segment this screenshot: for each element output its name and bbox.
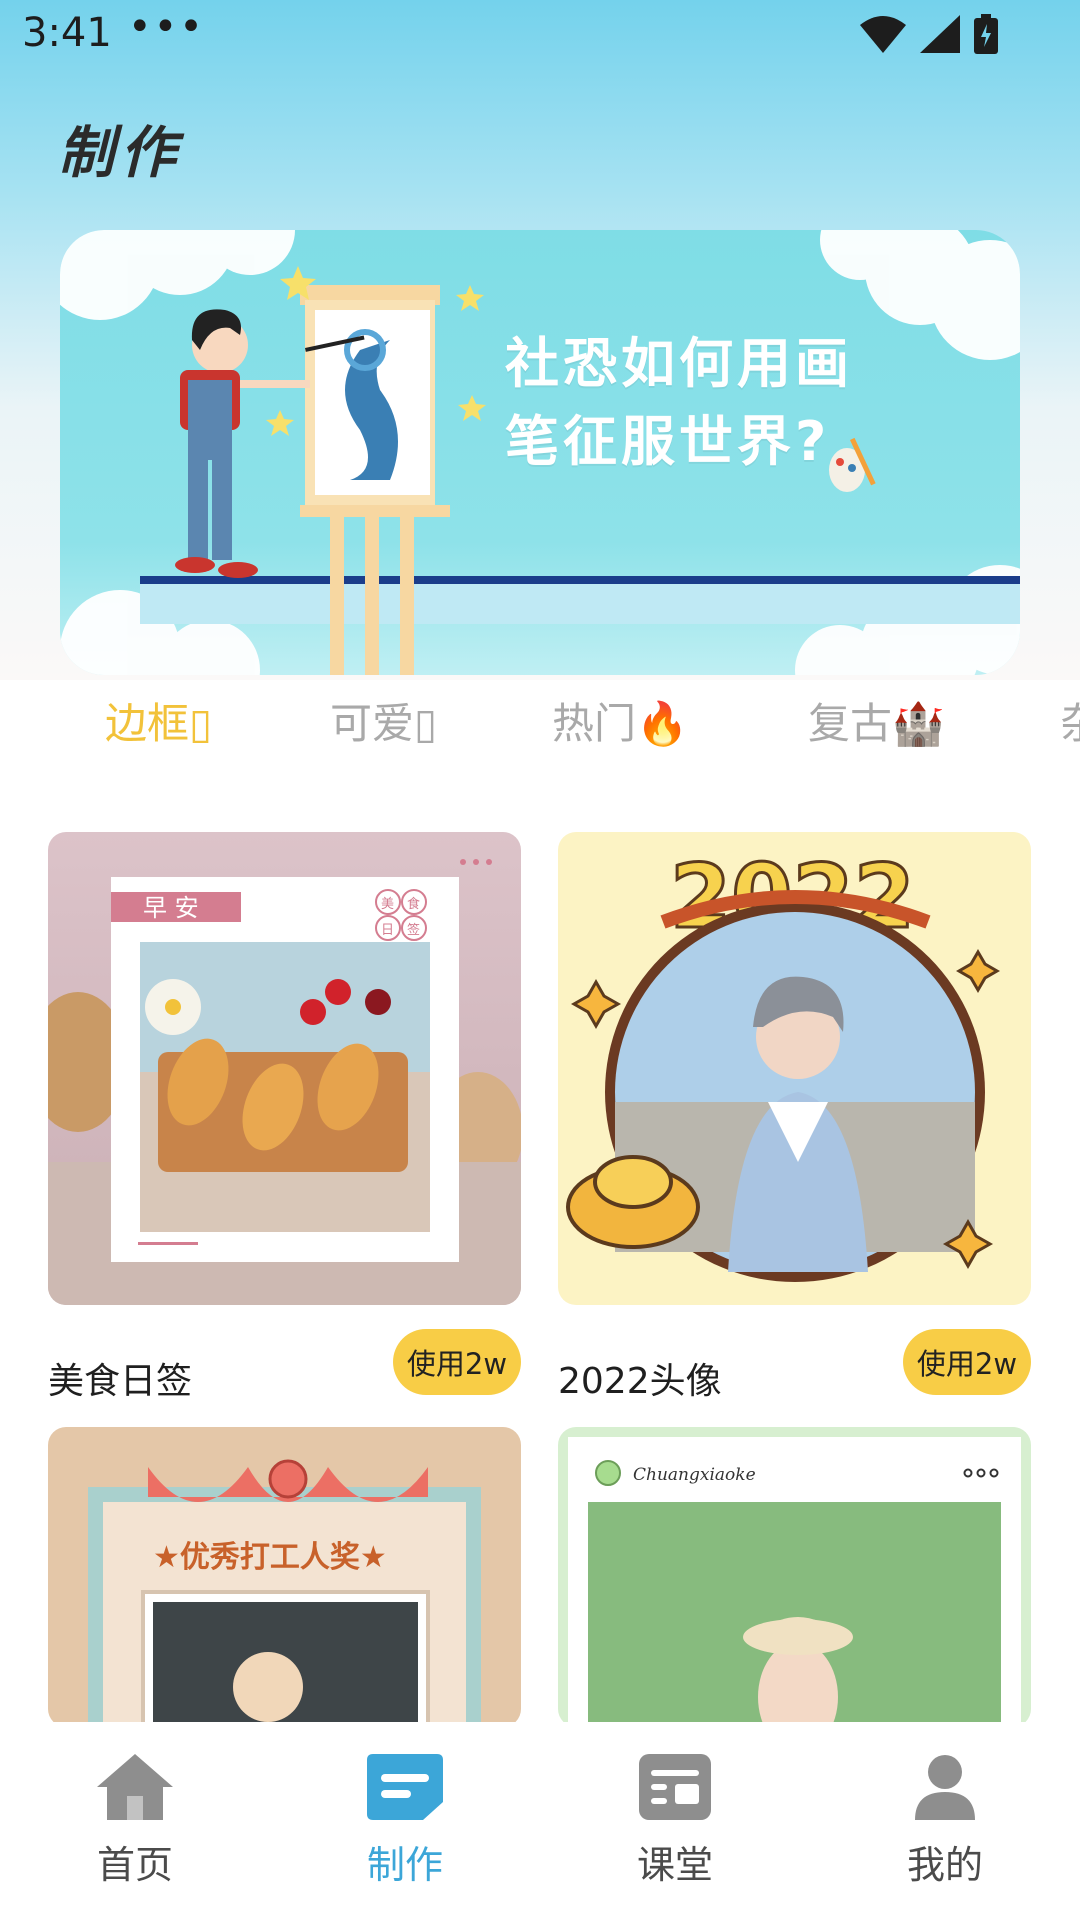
fire-icon: 🔥	[636, 699, 689, 748]
svg-text:食: 食	[407, 896, 420, 912]
nav-label: 我的	[906, 1843, 983, 1887]
tab-hot[interactable]: 热门🔥	[552, 690, 688, 751]
template-card[interactable]: ★优秀打工人奖★	[48, 1427, 521, 1727]
svg-text:早 安: 早 安	[143, 894, 199, 922]
nav-item-profile[interactable]: 我的	[875, 1752, 1015, 1889]
banner-line-1: 社恐如何用画	[505, 332, 853, 395]
template-card[interactable]: 2022 2022头像 使用2w	[558, 832, 1031, 1402]
svg-text:Chuangxiaoke: Chuangxiaoke	[633, 1465, 756, 1485]
svg-text:签: 签	[407, 922, 420, 938]
tab-border[interactable]: 边框▯	[105, 690, 212, 751]
use-template-button[interactable]: 使用2w	[903, 1329, 1031, 1395]
castle-icon: 🏰	[892, 699, 945, 748]
use-template-button[interactable]: 使用2w	[393, 1329, 521, 1395]
nav-label: 课堂	[636, 1843, 713, 1887]
template-card[interactable]: Chuangxiaoke	[558, 1427, 1031, 1727]
award-frame-illustration: ★优秀打工人奖★	[88, 1459, 481, 1727]
template-thumbnail[interactable]: 2022	[558, 832, 1031, 1305]
category-tabs: 边框▯ 可爱▯ 热门🔥 复古🏰 杂	[0, 690, 1080, 760]
signal-icon	[920, 15, 960, 53]
banner-headline: 社恐如何用画 笔征服世界?	[505, 325, 853, 481]
green-frame-illustration: Chuangxiaoke	[568, 1437, 1021, 1727]
nav-label: 制作	[366, 1843, 443, 1887]
profile-icon	[915, 1755, 975, 1820]
nav-label: 首页	[96, 1843, 173, 1887]
svg-text:美: 美	[381, 897, 394, 912]
status-icons	[860, 14, 998, 54]
home-icon	[97, 1754, 173, 1820]
template-name: 2022头像	[558, 1361, 722, 1402]
template-thumbnail[interactable]: 早 安 美食 日签	[48, 832, 521, 1305]
template-name: 美食日签	[48, 1361, 193, 1402]
food-frame-illustration: 早 安 美食 日签	[48, 859, 521, 1305]
nav-item-home[interactable]: 首页	[65, 1752, 205, 1889]
template-thumbnail[interactable]: Chuangxiaoke	[558, 1427, 1031, 1727]
page-title: 制作	[58, 121, 182, 186]
status-overflow-icon: •••	[128, 4, 205, 50]
banner-line-2: 笔征服世界?	[505, 410, 831, 473]
nav-item-create[interactable]: 制作	[335, 1752, 475, 1889]
battery-icon	[974, 14, 998, 54]
template-card[interactable]: 早 安 美食 日签 美食日签 使用2w	[48, 832, 521, 1402]
template-thumbnail[interactable]: ★优秀打工人奖★	[48, 1427, 521, 1727]
tab-retro[interactable]: 复古🏰	[808, 690, 944, 751]
bottom-nav: 首页 制作 课堂 我的	[0, 1722, 1080, 1920]
svg-text:日: 日	[381, 923, 394, 938]
classroom-icon	[639, 1754, 711, 1820]
svg-text:★优秀打工人奖★: ★优秀打工人奖★	[153, 1540, 387, 1575]
status-bar: 3:41 •••	[0, 0, 1080, 72]
status-time: 3:41	[22, 10, 112, 56]
promo-banner[interactable]: 社恐如何用画 笔征服世界?	[60, 230, 1020, 675]
nav-item-classroom[interactable]: 课堂	[605, 1752, 745, 1889]
tab-cute[interactable]: 可爱▯	[330, 690, 437, 751]
wifi-icon	[860, 16, 906, 53]
avatar-frame-illustration: 2022	[566, 844, 1000, 1282]
tab-misc[interactable]: 杂	[1060, 690, 1080, 751]
create-icon	[367, 1754, 443, 1820]
